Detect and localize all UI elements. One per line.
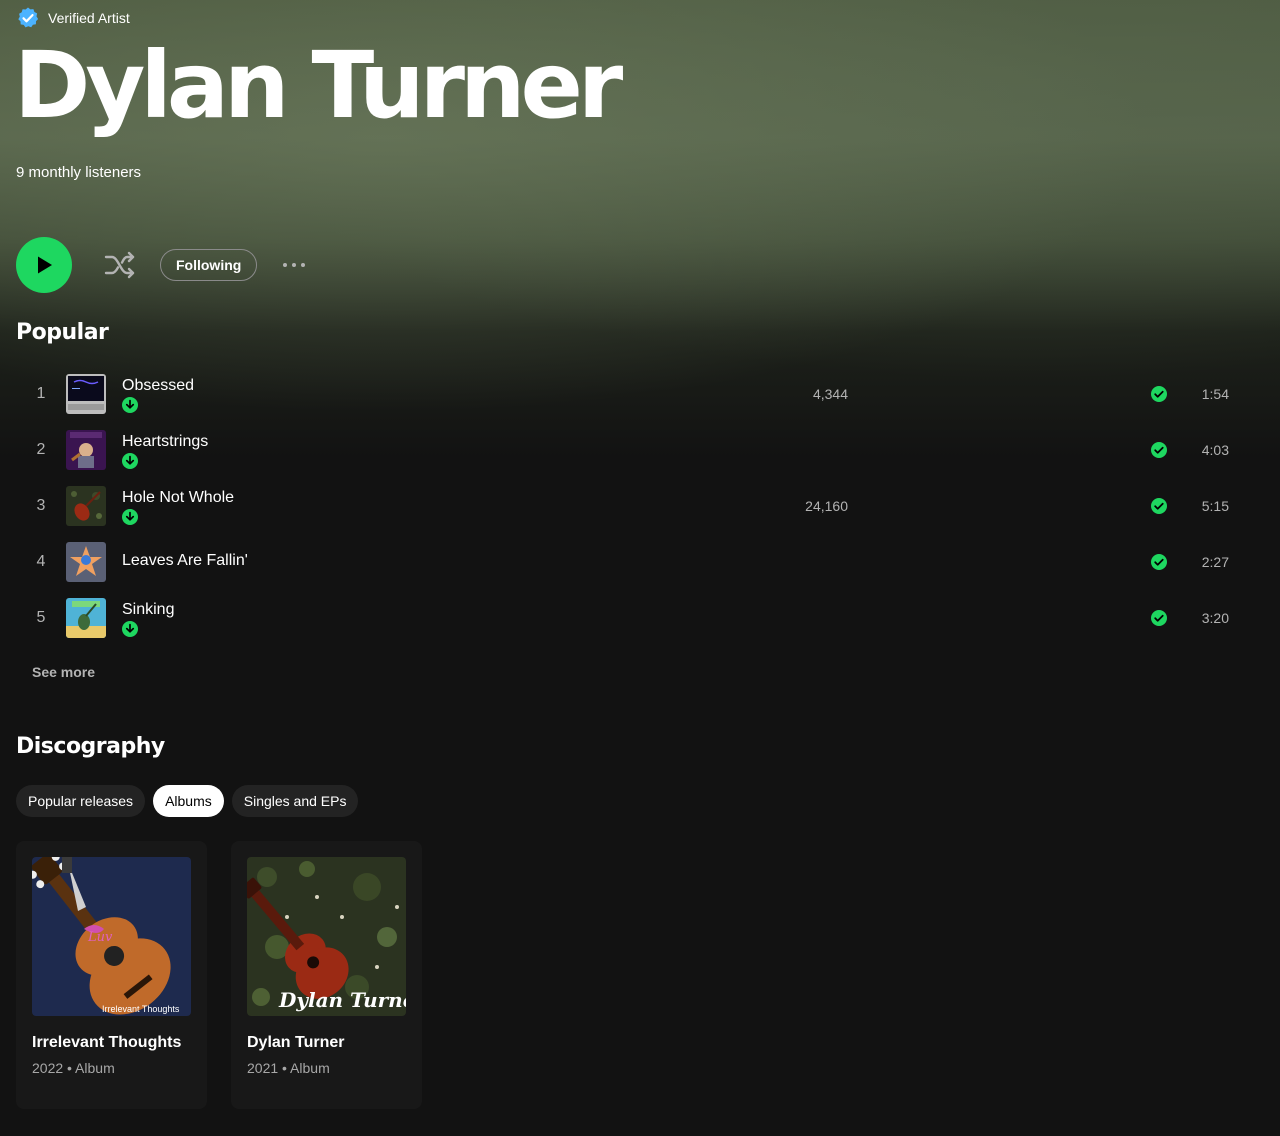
- shuffle-icon: [104, 251, 135, 279]
- track-row[interactable]: 4 Leaves Are Fallin' 2:27: [16, 534, 1264, 590]
- discography-section-title: Discography: [16, 734, 165, 759]
- downloaded-icon: [122, 453, 138, 469]
- verified-artist-text: Verified Artist: [48, 10, 130, 26]
- svg-text:Luv: Luv: [87, 930, 113, 945]
- monthly-listeners: 9 monthly listeners: [16, 164, 142, 181]
- album-cover-art: Dylan Turner: [247, 857, 406, 1016]
- downloaded-icon: [122, 397, 138, 413]
- album-cover-art: Luv Irrelevant Thoughts: [32, 857, 191, 1016]
- verified-artist-label: Verified Artist: [16, 6, 130, 30]
- track-duration: 4:03: [1201, 442, 1229, 458]
- album-title: Irrelevant Thoughts: [32, 1034, 182, 1051]
- downloaded-icon: [122, 509, 138, 525]
- popular-tracks-list: 1 Obsessed 4,344 1:54 2 Heartstrings 4:0…: [16, 366, 1264, 646]
- track-play-count: 4,344: [812, 386, 848, 402]
- play-icon: [38, 256, 52, 274]
- track-title[interactable]: Sinking: [122, 601, 174, 619]
- track-number: 5: [36, 609, 46, 626]
- play-button[interactable]: [16, 237, 72, 293]
- popular-section-title: Popular: [16, 320, 109, 345]
- verified-badge-icon: [18, 7, 39, 28]
- album-art-caption: Irrelevant Thoughts: [102, 1004, 180, 1014]
- album-title: Dylan Turner: [247, 1034, 345, 1051]
- saved-check-icon[interactable]: [1150, 609, 1168, 627]
- album-art-caption: Dylan Turner: [278, 988, 406, 1012]
- more-dot-icon: [283, 263, 288, 267]
- filter-chip-albums[interactable]: Albums: [153, 785, 224, 817]
- artist-name: Dylan Turner: [14, 32, 623, 139]
- saved-check-icon[interactable]: [1150, 385, 1168, 403]
- artist-page: Verified Artist Dylan Turner 9 monthly l…: [0, 0, 1280, 1136]
- track-row[interactable]: 2 Heartstrings 4:03: [16, 422, 1264, 478]
- filter-chip-popular-releases[interactable]: Popular releases: [16, 785, 146, 817]
- album-card[interactable]: Dylan Turner Dylan Turner 2021 • Album: [231, 841, 422, 1109]
- track-row[interactable]: 5 Sinking 3:20: [16, 590, 1264, 646]
- track-number: 4: [36, 553, 46, 570]
- downloaded-icon: [122, 621, 138, 637]
- track-title[interactable]: Obsessed: [122, 377, 194, 395]
- discography-filter-chips: Popular releases Albums Singles and EPs: [16, 785, 359, 817]
- filter-chip-singles-eps[interactable]: Singles and EPs: [231, 785, 359, 817]
- track-play-count: 24,160: [805, 498, 848, 514]
- more-dot-icon: [301, 263, 306, 267]
- saved-check-icon[interactable]: [1150, 441, 1168, 459]
- track-number: 1: [36, 385, 46, 402]
- following-button[interactable]: Following: [160, 249, 258, 281]
- track-duration: 1:54: [1201, 386, 1229, 402]
- more-options-button[interactable]: [283, 249, 306, 281]
- album-card[interactable]: Luv Irrelevant Thoughts Irrelevant Thoug…: [16, 841, 207, 1109]
- album-meta: 2022 • Album: [32, 1060, 115, 1076]
- more-dot-icon: [292, 263, 297, 267]
- track-cover-art: [66, 598, 106, 638]
- track-cover-art: [66, 542, 106, 582]
- track-number: 2: [36, 441, 46, 458]
- track-cover-art: [66, 430, 106, 470]
- track-row[interactable]: 1 Obsessed 4,344 1:54: [16, 366, 1264, 422]
- track-title[interactable]: Hole Not Whole: [122, 489, 234, 507]
- see-more-button[interactable]: See more: [32, 664, 95, 680]
- track-cover-art: [66, 374, 106, 414]
- shuffle-button[interactable]: [104, 249, 136, 281]
- track-duration: 3:20: [1201, 610, 1229, 626]
- album-cards: Luv Irrelevant Thoughts Irrelevant Thoug…: [16, 841, 422, 1109]
- saved-check-icon[interactable]: [1150, 497, 1168, 515]
- action-bar: Following: [16, 237, 306, 293]
- saved-check-icon[interactable]: [1150, 553, 1168, 571]
- track-number: 3: [36, 497, 46, 514]
- track-duration: 2:27: [1201, 554, 1229, 570]
- track-title[interactable]: Leaves Are Fallin': [122, 552, 248, 570]
- track-cover-art: [66, 486, 106, 526]
- track-duration: 5:15: [1201, 498, 1229, 514]
- album-meta: 2021 • Album: [247, 1060, 330, 1076]
- track-title[interactable]: Heartstrings: [122, 433, 208, 451]
- track-row[interactable]: 3 Hole Not Whole 24,160 5:15: [16, 478, 1264, 534]
